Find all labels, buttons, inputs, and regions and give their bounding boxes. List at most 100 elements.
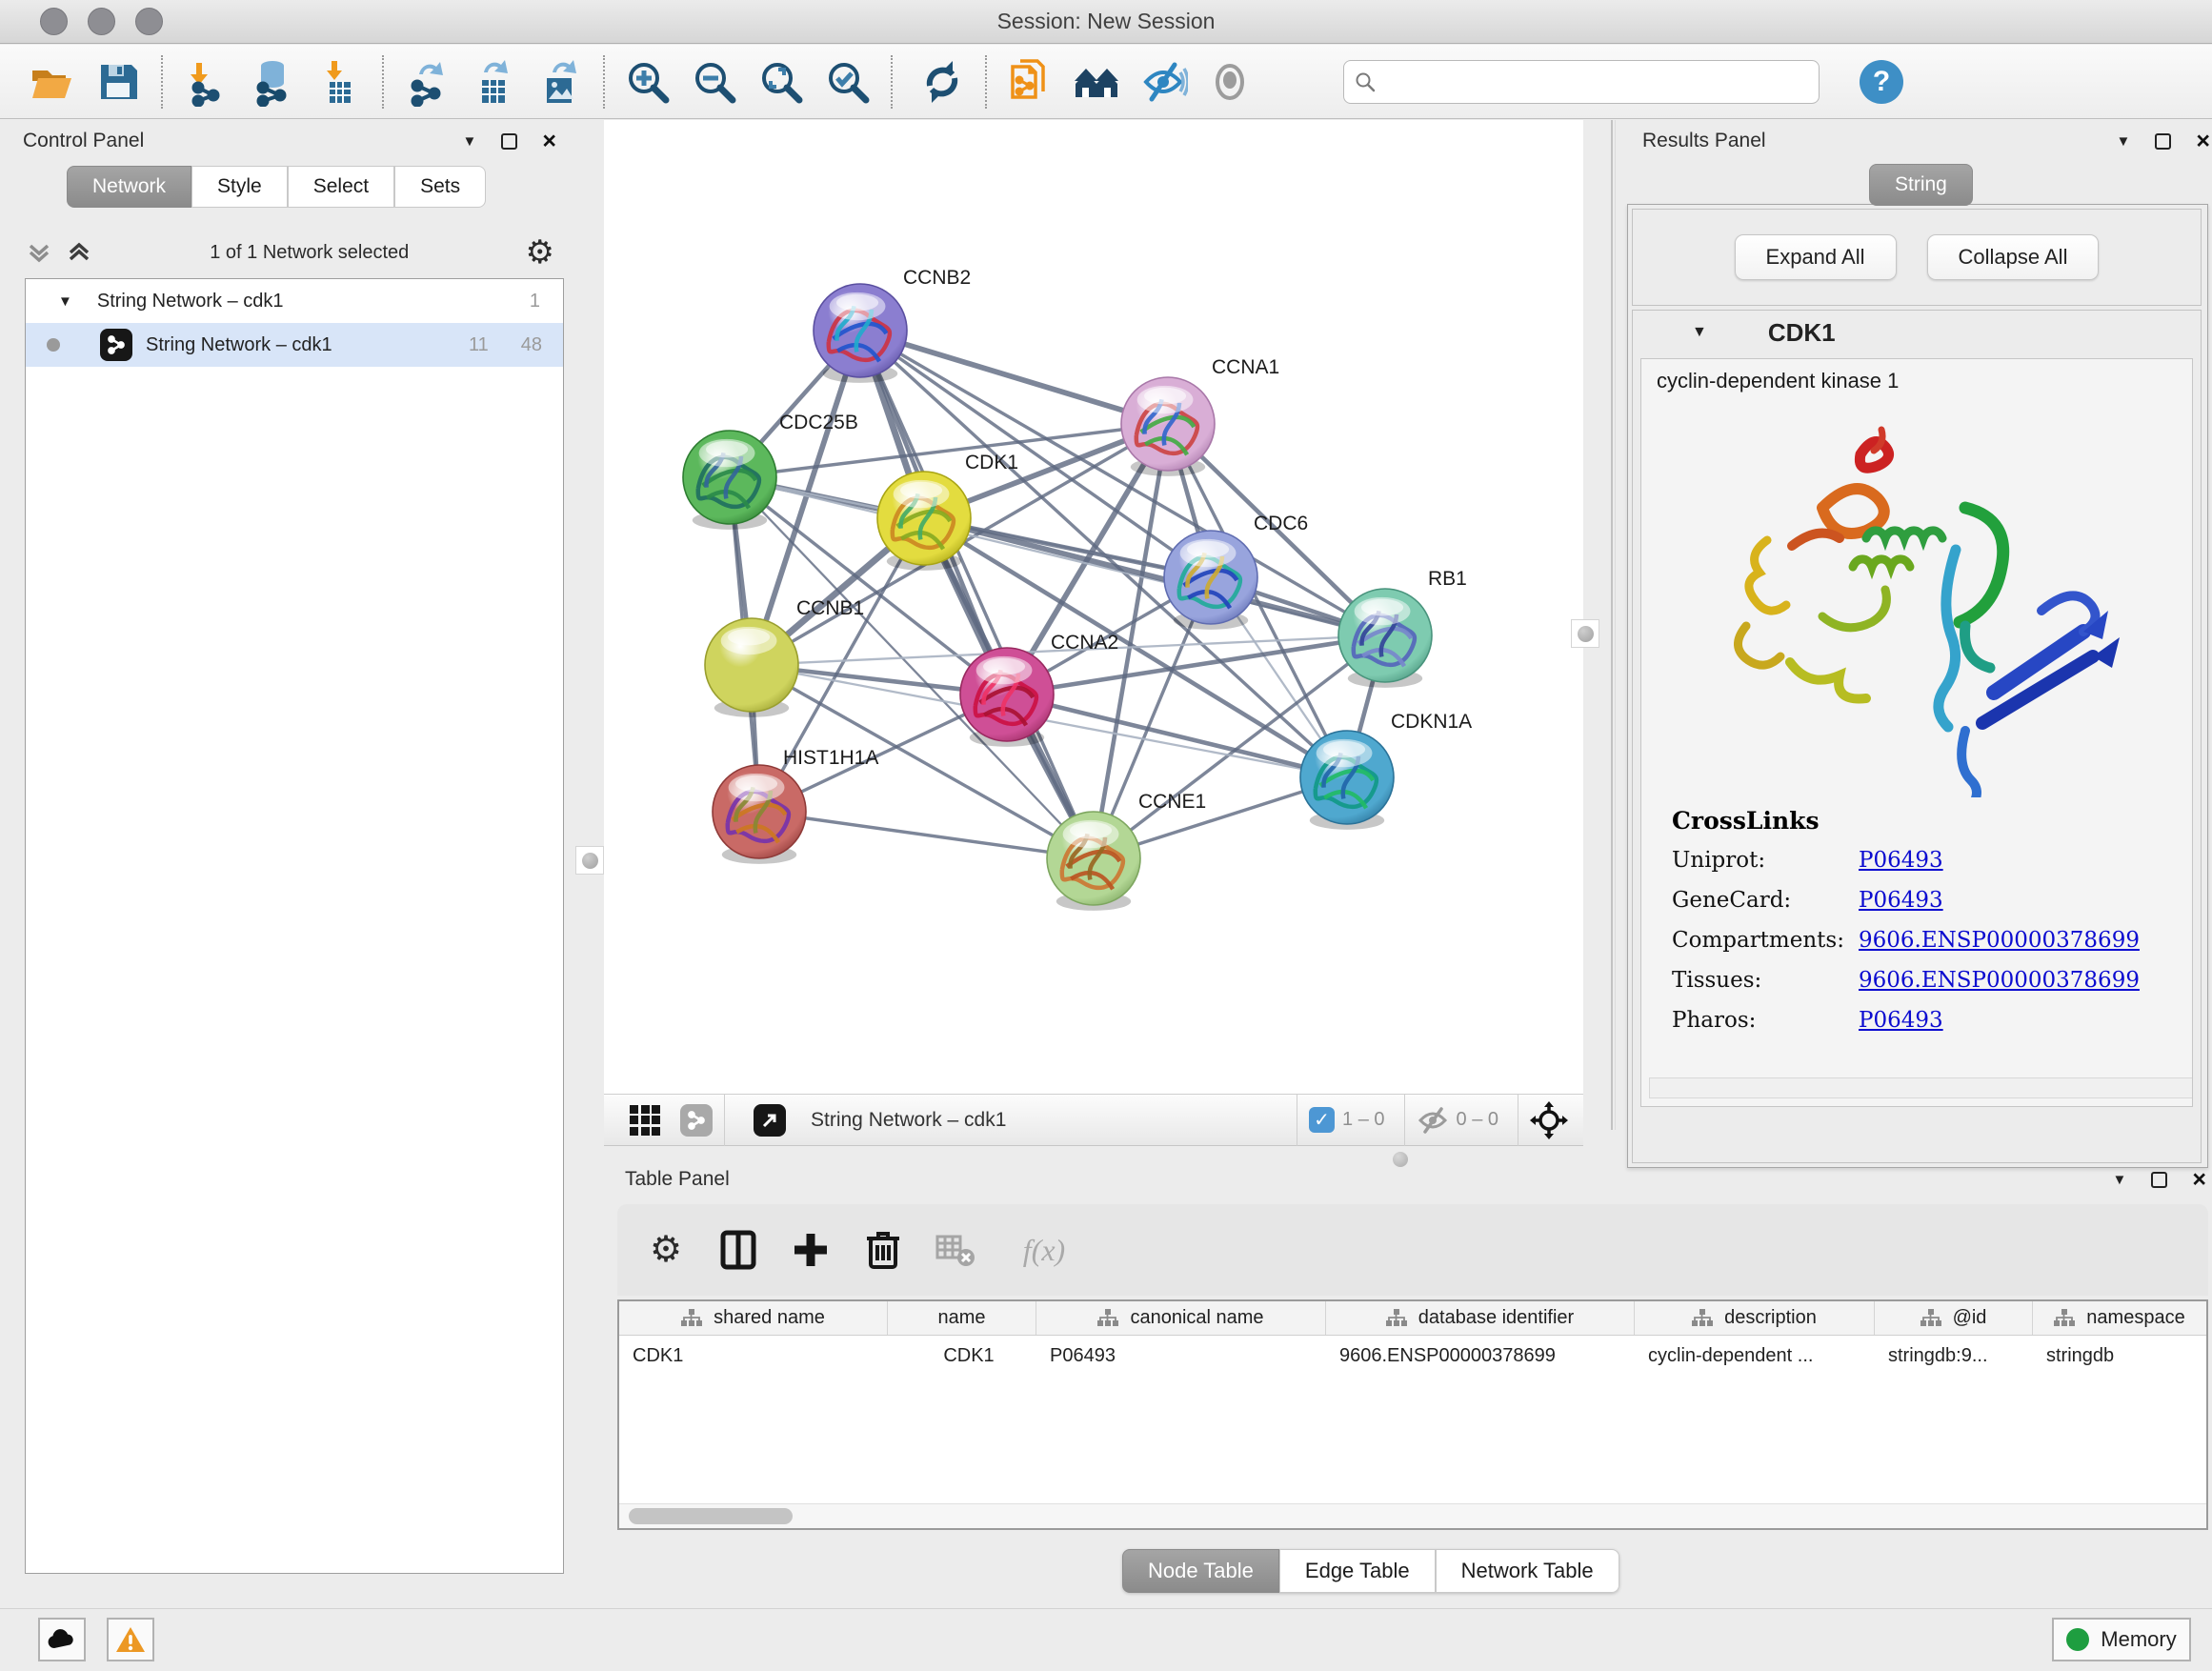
help-icon[interactable]: ? [1860,60,1903,104]
search-icon [1354,70,1377,93]
network-view-title: String Network – cdk1 [811,1109,1006,1132]
network-canvas[interactable]: CCNB2CCNA1CDC25BCDK1CDC6RB1CCNB1CCNA2HIS… [604,120,1583,1094]
table-panel-title: Table Panel [625,1168,730,1191]
tab-edge-table[interactable]: Edge Table [1279,1549,1436,1593]
zoom-fit-icon[interactable] [756,57,806,107]
panel-menu-icon[interactable]: ▼ [463,133,477,150]
home-icon[interactable] [1072,57,1121,107]
collapse-all-icon[interactable] [25,238,53,267]
panel-close-icon[interactable]: × [2192,1172,2206,1188]
fit-crosshair-icon[interactable] [1530,1101,1568,1139]
collection-collapse-icon[interactable]: ▼ [58,293,72,310]
crosslink-label: Compartments: [1672,928,1859,953]
export-image-icon[interactable] [535,57,585,107]
refresh-view-icon[interactable] [917,57,967,107]
memory-label: Memory [2101,1627,2176,1652]
zoom-selected-icon[interactable] [823,57,873,107]
gene-section: ▼ CDK1 cyclin-dependent kinase 1 [1632,310,2202,1163]
crosslink-label: Tissues: [1672,968,1859,993]
crosslink-link[interactable]: 9606.ENSP00000378699 [1859,968,2140,993]
network-node-CDK1[interactable] [877,472,971,571]
tab-string[interactable]: String [1869,164,1973,206]
table-hscrollbar-thumb[interactable] [629,1508,793,1524]
network-row[interactable]: String Network – cdk1 11 48 [26,323,563,367]
node-label-HIST1H1A: HIST1H1A [783,747,878,769]
node-label-CDC6: CDC6 [1254,513,1308,534]
column-header: name [888,1301,1036,1335]
search-field[interactable] [1343,60,1820,104]
show-columns-icon[interactable] [716,1228,760,1272]
results-panel: Results Panel ▼ × String Expand All Coll… [1619,120,2212,1139]
panel-close-icon[interactable]: × [542,133,556,150]
network-node-CCNA1[interactable] [1121,377,1215,476]
import-network-database-icon[interactable] [248,57,297,107]
network-node-HIST1H1A[interactable] [713,765,806,864]
network-node-count: 11 [469,334,489,356]
network-options-gear-icon[interactable]: ⚙ [526,236,554,269]
expand-all-icon[interactable] [65,238,93,267]
network-node-CDKN1A[interactable] [1300,731,1394,830]
network-edge[interactable] [860,331,1168,424]
tab-network[interactable]: Network [67,166,191,208]
cloud-button[interactable] [38,1618,86,1661]
table-hscrollbar[interactable] [619,1503,2206,1528]
panel-float-icon[interactable] [2155,133,2171,150]
network-collection-row[interactable]: ▼ String Network – cdk1 1 [26,279,563,323]
panel-menu-icon[interactable]: ▼ [2117,133,2131,150]
hide-selected-eye-icon[interactable] [1138,57,1188,107]
selected-checkbox-icon[interactable]: ✓ [1309,1107,1335,1133]
import-table-icon[interactable] [314,57,364,107]
zoom-out-icon[interactable] [690,57,739,107]
table-row[interactable]: CDK1 CDK1 P06493 9606.ENSP00000378699 cy… [619,1336,2206,1376]
network-node-CDC25B[interactable] [683,431,776,530]
node-table[interactable]: shared name name canonical name database… [617,1299,2208,1530]
tab-sets[interactable]: Sets [394,166,486,208]
results-scrollbar[interactable] [1649,1077,2193,1098]
main-toolbar: ? [0,45,2212,119]
export-table-icon[interactable] [469,57,518,107]
crosslink-link[interactable]: P06493 [1859,848,1943,873]
add-column-icon[interactable] [789,1228,833,1272]
panel-menu-icon[interactable]: ▼ [2113,1172,2127,1188]
crosslink-link[interactable]: 9606.ENSP00000378699 [1859,928,2140,953]
gene-collapse-icon[interactable]: ▼ [1692,324,1707,341]
save-session-icon[interactable] [93,57,143,107]
delete-column-icon[interactable] [861,1228,905,1272]
export-network-icon[interactable] [402,57,452,107]
search-input[interactable] [1384,70,1809,92]
network-node-CCNE1[interactable] [1047,812,1140,911]
expand-all-button[interactable]: Expand All [1735,234,1897,280]
network-view-navbar: String Network – cdk1 ✓ 1 – 0 0 – 0 [604,1094,1583,1146]
toolbar-separator [985,55,987,109]
warning-button[interactable] [107,1618,154,1661]
network-edge[interactable] [759,812,1094,858]
left-splitter-handle[interactable] [575,846,604,875]
zoom-in-icon[interactable] [623,57,673,107]
import-network-file-icon[interactable] [181,57,231,107]
status-bar: Memory [0,1608,2212,1671]
network-edge[interactable] [860,331,1094,858]
collapse-all-button[interactable]: Collapse All [1927,234,2100,280]
tab-style[interactable]: Style [191,166,288,208]
panel-close-icon[interactable]: × [2196,133,2210,150]
right-splitter-handle[interactable] [1571,619,1599,648]
panel-float-icon[interactable] [2151,1172,2167,1188]
network-node-RB1[interactable] [1338,589,1432,688]
table-settings-gear-icon[interactable]: ⚙ [644,1228,688,1272]
network-node-CCNB1[interactable] [705,618,798,717]
tab-network-table[interactable]: Network Table [1436,1549,1619,1593]
open-session-icon[interactable] [27,57,76,107]
memory-button[interactable]: Memory [2052,1618,2191,1661]
tab-node-table[interactable]: Node Table [1122,1549,1279,1593]
network-edge[interactable] [1007,695,1347,777]
open-in-window-icon[interactable] [754,1104,786,1137]
grid-view-icon[interactable] [623,1098,667,1142]
network-node-CDC6[interactable] [1164,531,1257,630]
table-toolbar: ⚙ f(x) [617,1204,2208,1296]
gene-section-header[interactable]: ▼ CDK1 [1633,311,2201,354]
tab-select[interactable]: Select [288,166,394,208]
panel-float-icon[interactable] [501,133,517,150]
crosslink-link[interactable]: P06493 [1859,888,1943,913]
crosslink-link[interactable]: P06493 [1859,1008,1943,1033]
string-protein-query-icon[interactable] [1005,57,1055,107]
